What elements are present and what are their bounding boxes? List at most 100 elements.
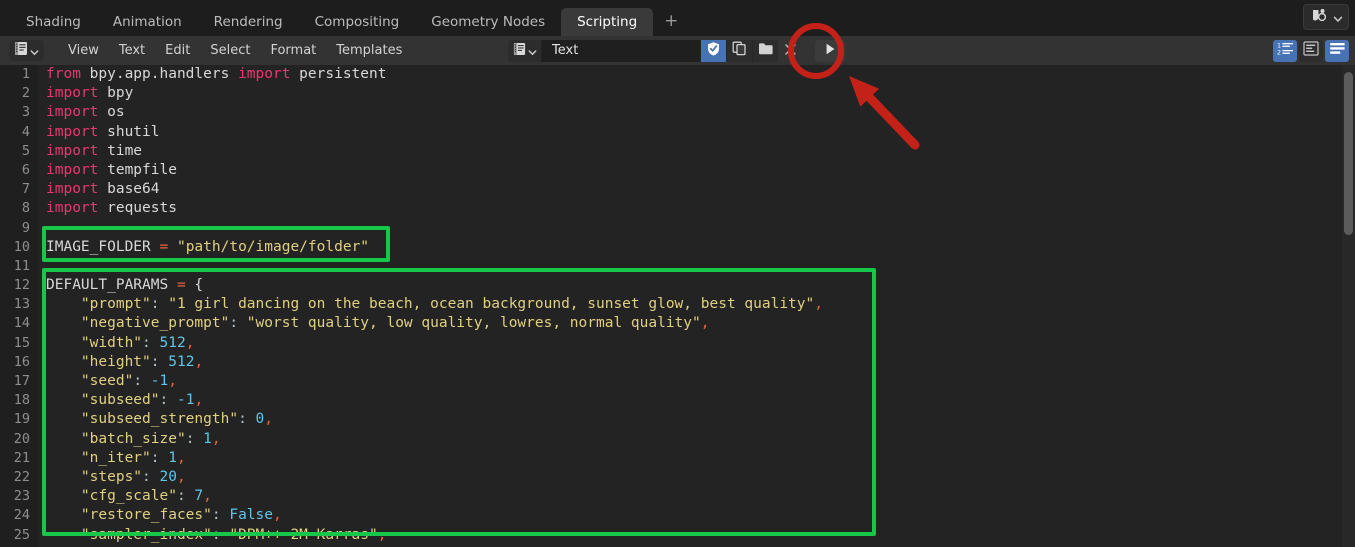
editor-header-toggles: 1 2 [1273, 39, 1349, 62]
code-line[interactable]: 5 import time [0, 142, 823, 161]
code-line-text[interactable]: "restore_faces": False, [38, 506, 282, 525]
code-line[interactable]: 23 "cfg_scale": 7, [0, 487, 823, 506]
code-line-text[interactable]: import base64 [38, 180, 160, 199]
code-line-text[interactable]: import time [38, 142, 142, 161]
menu-templates[interactable]: Templates [326, 41, 412, 60]
code-line[interactable]: 9 [0, 219, 823, 238]
code-token: : [238, 411, 247, 428]
workspace-tab-animation[interactable]: Animation [97, 8, 198, 36]
code-line-text[interactable]: "prompt": "1 girl dancing on the beach, … [38, 295, 823, 314]
code-line-text[interactable]: "seed": -1, [38, 372, 177, 391]
line-number: 8 [21, 200, 30, 217]
new-text-button[interactable] [726, 39, 752, 62]
code-line-text[interactable]: IMAGE_FOLDER = "path/to/image/folder" [38, 238, 369, 257]
word-wrap-toggle[interactable] [1299, 39, 1323, 62]
code-line-text[interactable]: "subseed_strength": 0, [38, 410, 273, 429]
code-line-text[interactable]: import requests [38, 199, 177, 218]
code-line[interactable]: 3 import os [0, 103, 823, 122]
editor-type-selector[interactable] [9, 40, 44, 61]
workspace-tab-shading[interactable]: Shading [10, 8, 97, 36]
line-number: 10 [13, 238, 30, 255]
menu-format[interactable]: Format [260, 41, 326, 60]
code-line[interactable]: 13 "prompt": "1 girl dancing on the beac… [0, 295, 823, 314]
code-line[interactable]: 6 import tempfile [0, 161, 823, 180]
new-copy-icon [732, 41, 747, 60]
code-line-text[interactable]: "subseed": -1, [38, 391, 203, 410]
code-line[interactable]: 21 "n_iter": 1, [0, 449, 823, 468]
vertical-scrollbar-thumb[interactable] [1344, 72, 1353, 235]
code-line[interactable]: 18 "subseed": -1, [0, 391, 823, 410]
menu-select[interactable]: Select [200, 41, 260, 60]
menu-edit[interactable]: Edit [155, 41, 200, 60]
code-token: shutil [107, 123, 160, 140]
code-token: "height" [80, 353, 151, 370]
workspace-tab-geometry-nodes[interactable]: Geometry Nodes [415, 8, 561, 36]
workspace-tab-rendering[interactable]: Rendering [198, 8, 299, 36]
syntax-highlight-toggle[interactable] [1325, 39, 1349, 62]
workspace-tab-scripting[interactable]: Scripting [561, 8, 654, 36]
code-line-text[interactable] [38, 257, 55, 276]
code-line[interactable]: 16 "height": 512, [0, 353, 823, 372]
workspace-tab-compositing[interactable]: Compositing [299, 8, 416, 36]
menu-view[interactable]: View [58, 41, 109, 60]
code-line-text[interactable]: "steps": 20, [38, 468, 186, 487]
text-datablock-selector: Text [508, 39, 845, 62]
code-token: , [194, 392, 204, 409]
code-token: : [142, 334, 151, 351]
line-number: 18 [13, 392, 30, 409]
code-line-text[interactable]: "n_iter": 1, [38, 449, 186, 468]
code-line[interactable]: 10 IMAGE_FOLDER = "path/to/image/folder" [0, 238, 823, 257]
code-line[interactable]: 24 "restore_faces": False, [0, 506, 823, 525]
code-content[interactable]: 1 from bpy.app.handlers import persistent… [0, 65, 823, 547]
code-line[interactable]: 25 "sampler_index": "DPM++ 2M Karras", [0, 526, 823, 545]
code-line-text[interactable]: DEFAULT_PARAMS = { [38, 276, 203, 295]
code-line-text[interactable]: import shutil [38, 123, 160, 142]
code-line-text[interactable]: import bpy [38, 84, 133, 103]
code-line-text[interactable]: "batch_size": 1, [38, 430, 221, 449]
unlink-text-button[interactable] [778, 39, 803, 62]
line-number: 22 [13, 468, 30, 485]
code-line[interactable]: 12 DEFAULT_PARAMS = { [0, 276, 823, 295]
code-line-text[interactable]: "width": 512, [38, 334, 195, 353]
code-token: "steps" [80, 468, 143, 485]
code-line-text[interactable]: from bpy.app.handlers import persistent [38, 65, 386, 84]
viewport-shading-selector[interactable] [1303, 4, 1349, 30]
code-line[interactable]: 15 "width": 512, [0, 334, 823, 353]
code-line[interactable]: 11 [0, 257, 823, 276]
code-token: from [46, 66, 90, 82]
text-editor-code-area[interactable]: 1 from bpy.app.handlers import persistent… [0, 65, 1355, 547]
code-line[interactable]: 8 import requests [0, 199, 823, 218]
code-line[interactable]: 1 from bpy.app.handlers import persistent [0, 65, 823, 84]
code-line[interactable]: 2 import bpy [0, 84, 823, 103]
code-line[interactable]: 19 "subseed_strength": 0, [0, 410, 823, 429]
code-line-text[interactable]: import tempfile [38, 161, 177, 180]
browse-text-button[interactable] [508, 39, 542, 62]
vertical-scrollbar-track[interactable] [1342, 65, 1355, 547]
code-line-text[interactable] [38, 219, 55, 238]
code-line[interactable]: 22 "steps": 20, [0, 468, 823, 487]
code-line[interactable]: 4 import shutil [0, 123, 823, 142]
line-numbers-toggle[interactable]: 1 2 [1273, 39, 1297, 62]
register-toggle-button[interactable] [700, 39, 726, 62]
line-number: 13 [13, 296, 30, 313]
run-script-button[interactable] [815, 39, 845, 62]
code-token: : [176, 488, 186, 505]
code-line-text[interactable]: import os [38, 103, 125, 122]
open-text-button[interactable] [752, 39, 778, 62]
menu-text[interactable]: Text [109, 41, 155, 60]
code-line-text[interactable]: "negative_prompt": "worst quality, low q… [38, 314, 710, 333]
add-workspace-button[interactable]: + [653, 8, 689, 36]
code-line-text[interactable]: "sampler_index": "DPM++ 2M Karras", [38, 526, 387, 545]
code-line-text[interactable]: "cfg_scale": 7, [38, 487, 212, 506]
text-name-field[interactable]: Text [542, 39, 700, 62]
code-line[interactable]: 14 "negative_prompt": "worst quality, lo… [0, 314, 823, 333]
code-line[interactable]: 7 import base64 [0, 180, 823, 199]
line-number: 21 [13, 449, 30, 466]
code-token: 512 [168, 353, 195, 370]
code-token: 1 [168, 449, 177, 466]
code-line[interactable]: 20 "batch_size": 1, [0, 430, 823, 449]
code-line-text[interactable]: "height": 512, [38, 353, 203, 372]
code-line[interactable]: 17 "seed": -1, [0, 372, 823, 391]
